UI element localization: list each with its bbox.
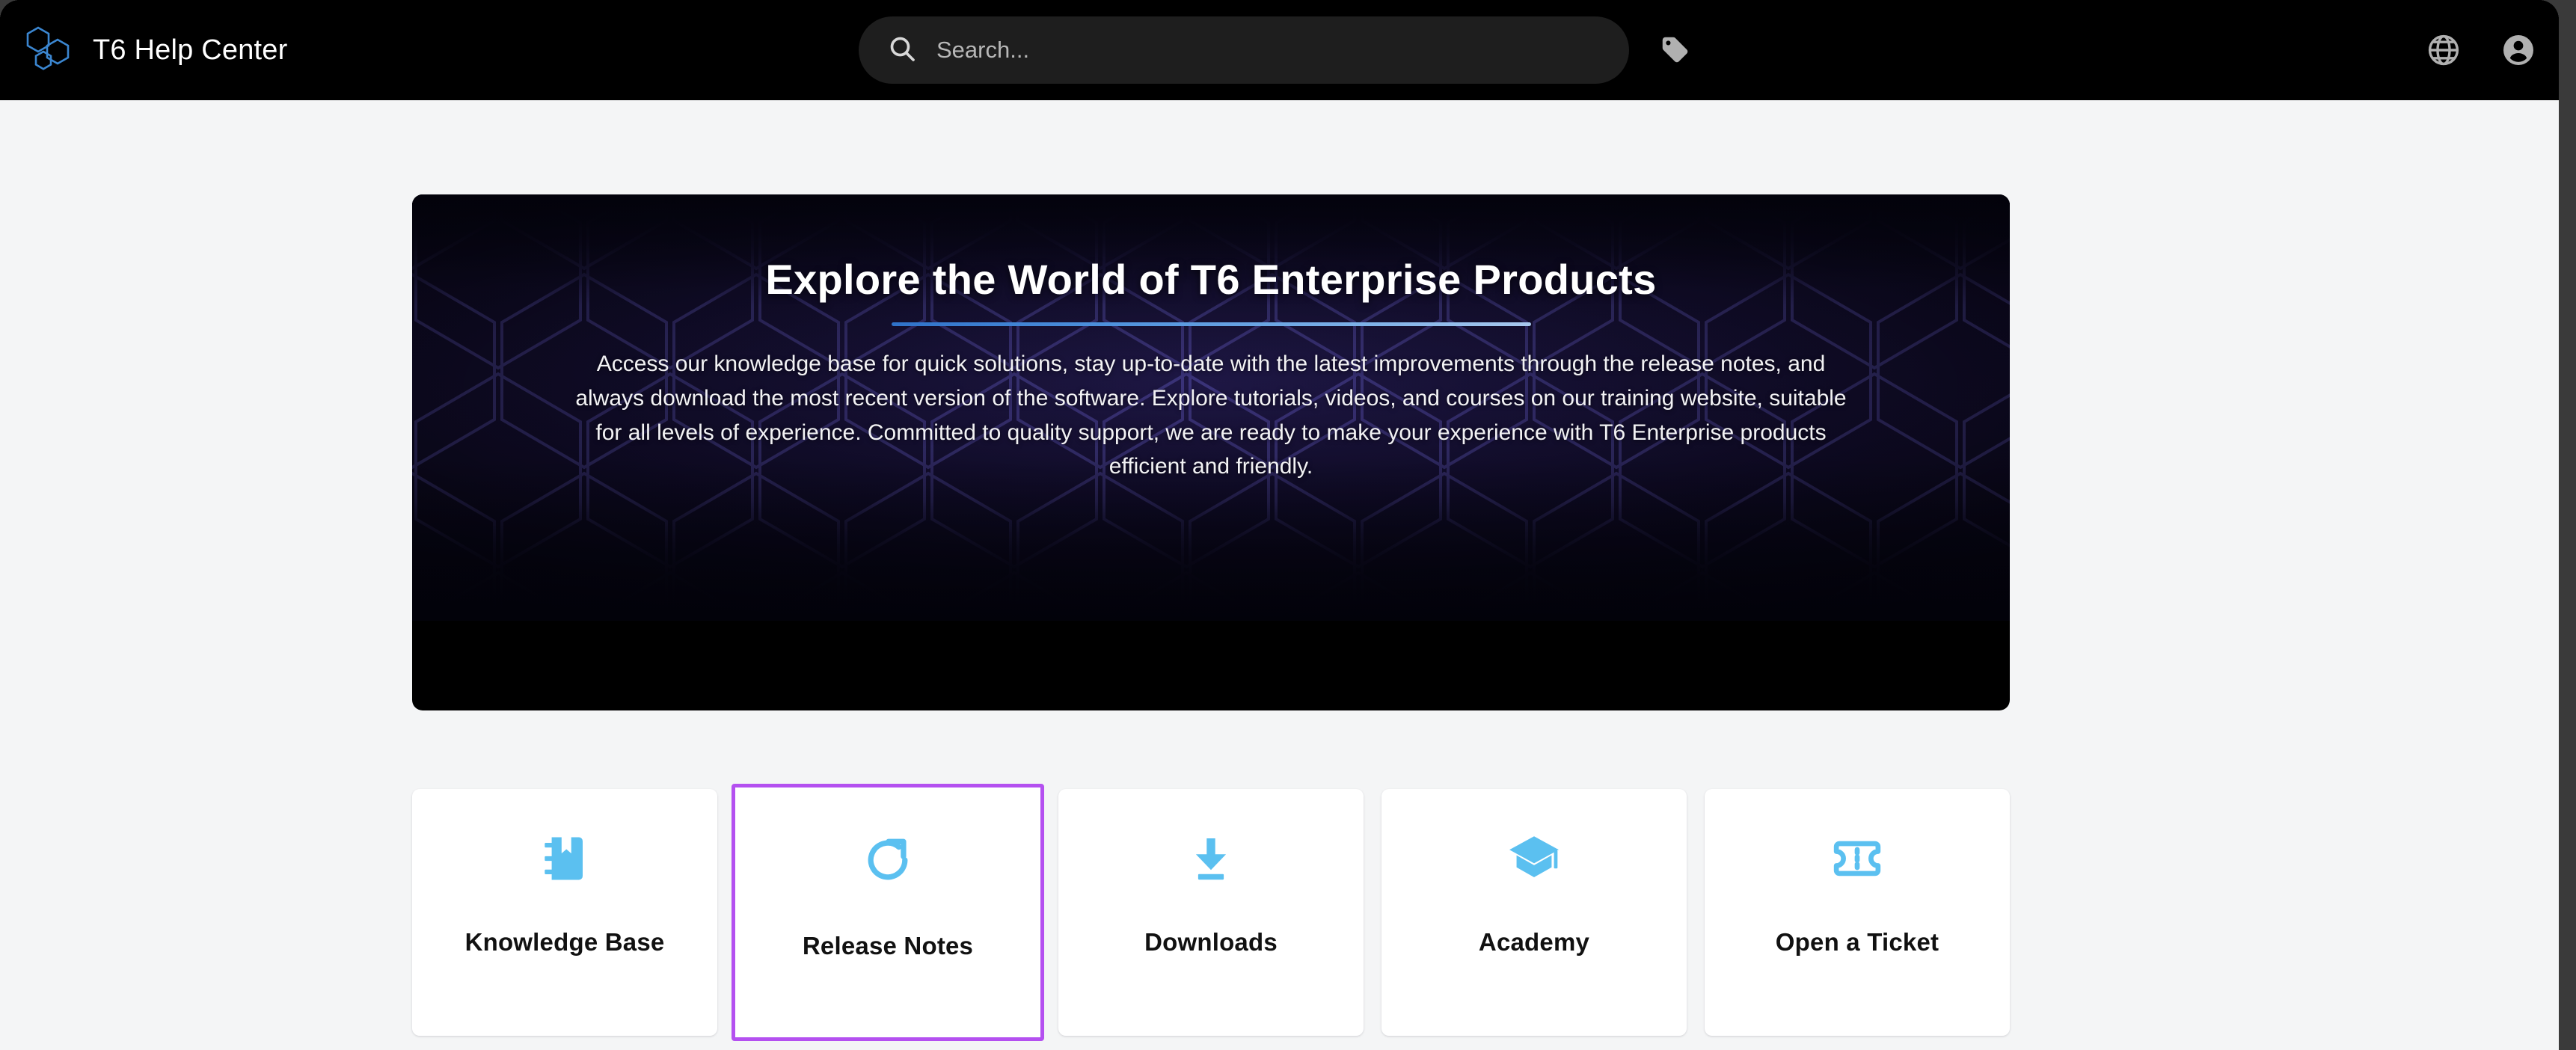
hexagon-cluster-logo-icon (22, 23, 76, 77)
tag-icon (1662, 37, 1688, 63)
hero-banner: Explore the World of T6 Enterprise Produ… (412, 194, 2010, 710)
card-downloads[interactable]: Downloads (1058, 789, 1364, 1036)
page-content: Explore the World of T6 Enterprise Produ… (0, 100, 2559, 1050)
card-label: Knowledge Base (464, 928, 665, 956)
brand-home-link[interactable]: T6 Help Center (22, 0, 287, 100)
language-button[interactable] (2423, 29, 2465, 71)
window-corner-topright (2539, 0, 2559, 19)
card-knowledge-base[interactable]: Knowledge Base (412, 789, 717, 1036)
hero-content: Explore the World of T6 Enterprise Produ… (412, 194, 2010, 484)
graduation-cap-icon (1381, 789, 1687, 928)
card-release-notes[interactable]: Release Notes (732, 784, 1044, 1041)
hero-divider-rule (891, 322, 1531, 327)
download-arrow-icon (1058, 789, 1364, 928)
hero-title: Explore the World of T6 Enterprise Produ… (765, 256, 1657, 303)
account-circle-icon (2503, 35, 2533, 65)
card-academy[interactable]: Academy (1381, 789, 1687, 1036)
card-label: Release Notes (802, 932, 974, 960)
card-label: Academy (1478, 928, 1590, 956)
search-icon (887, 34, 917, 67)
brand-title: T6 Help Center (93, 34, 288, 66)
header-actions (2423, 0, 2539, 100)
card-label: Open a Ticket (1775, 928, 1939, 956)
tag-button[interactable] (1655, 29, 1696, 71)
globe-icon (2428, 34, 2459, 66)
browser-viewport: T6 Help Center Search... Explore the Wor… (0, 0, 2576, 1050)
quick-links-card-row: Knowledge Base Release Notes Downloads A… (412, 784, 2010, 1041)
card-open-a-ticket[interactable]: Open a Ticket (1705, 789, 2010, 1036)
search-input[interactable] (936, 37, 1601, 64)
header-search-zone (859, 16, 1696, 84)
window-chrome-right-edge (2559, 0, 2576, 1050)
account-button[interactable] (2497, 29, 2539, 71)
refresh-circular-arrow-icon (735, 788, 1040, 932)
notebook-bookmark-icon (412, 789, 717, 928)
window-corner-topleft (0, 0, 19, 19)
ticket-icon (1705, 789, 2010, 928)
card-label: Downloads (1144, 928, 1278, 956)
search-box[interactable] (859, 16, 1629, 84)
hero-description: Access our knowledge base for quick solu… (575, 351, 1847, 479)
site-header: T6 Help Center (0, 0, 2559, 100)
